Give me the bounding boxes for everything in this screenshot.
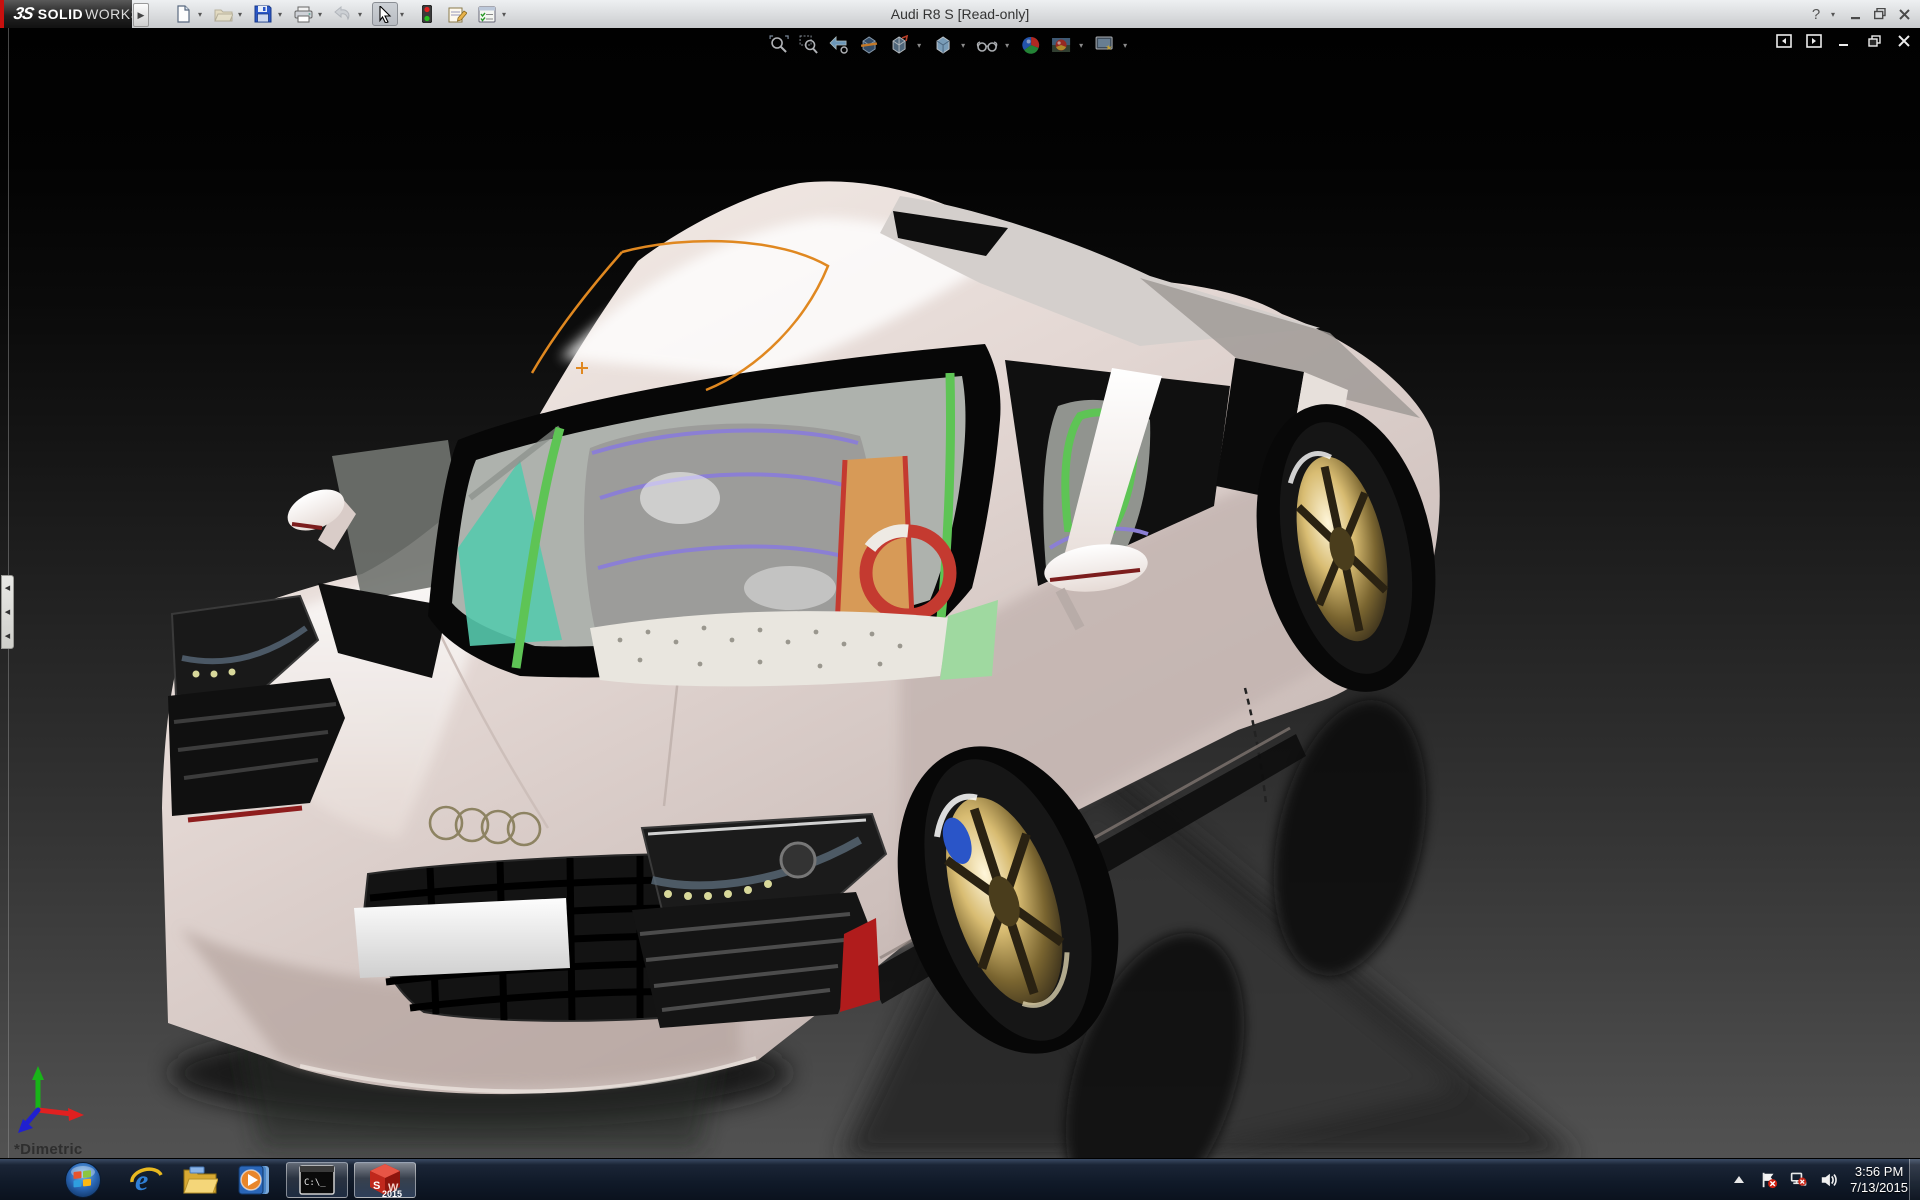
options-dropdown-arrow[interactable]: ▾	[502, 10, 511, 20]
graphics-viewport[interactable]: ◀ ◀ ◀	[0, 28, 1920, 1158]
network-status-icon[interactable]	[1790, 1171, 1808, 1189]
volume-icon[interactable]	[1820, 1171, 1838, 1189]
network-disconnected-icon	[1790, 1170, 1808, 1190]
show-hidden-icons-button[interactable]	[1730, 1171, 1748, 1189]
open-folder-icon	[214, 6, 233, 22]
file-properties-icon	[448, 6, 467, 23]
command-prompt-icon: C:\_	[299, 1165, 335, 1195]
sw-year-label: 2015	[382, 1189, 402, 1198]
window-title: Audi R8 S [Read-only]	[560, 0, 1360, 28]
undo-arrow-icon	[334, 6, 352, 22]
file-properties-button[interactable]	[444, 2, 470, 26]
internet-explorer-icon: e	[129, 1163, 163, 1197]
close-icon	[1899, 9, 1910, 20]
view-orientation-label: *Dimetric	[14, 1141, 83, 1158]
flag-alert-icon	[1760, 1170, 1778, 1190]
select-dropdown-arrow[interactable]: ▾	[400, 10, 409, 20]
windshield	[428, 344, 1000, 686]
options-button[interactable]	[474, 2, 500, 26]
app-minimize-button[interactable]	[1844, 3, 1868, 25]
taskbar-item-media-player[interactable]	[230, 1162, 278, 1198]
show-desktop-button[interactable]	[1909, 1159, 1920, 1200]
cmd-prompt-text: C:\_	[304, 1178, 326, 1188]
print-icon	[294, 6, 313, 23]
new-document-icon	[174, 5, 192, 23]
right-intake	[632, 892, 880, 1028]
action-center-icon[interactable]	[1760, 1171, 1778, 1189]
taskbar-item-command-prompt[interactable]: C:\_	[286, 1162, 348, 1198]
system-tray: 3:56 PM 7/13/2015	[1730, 1159, 1908, 1200]
open-dropdown-arrow[interactable]: ▾	[238, 10, 247, 20]
save-floppy-icon	[254, 5, 272, 23]
windows-start-orb-icon	[64, 1161, 102, 1199]
rebuild-button[interactable]	[414, 2, 440, 26]
rebuild-traffic-light-icon	[422, 5, 432, 23]
app-restore-button[interactable]	[1868, 3, 1892, 25]
help-button[interactable]: ?	[1804, 3, 1828, 25]
start-button[interactable]	[55, 1162, 111, 1198]
new-dropdown-arrow[interactable]: ▾	[198, 10, 207, 20]
select-cursor-icon	[378, 6, 392, 23]
save-dropdown-arrow[interactable]: ▾	[278, 10, 287, 20]
new-button[interactable]	[170, 2, 196, 26]
title-bar: 3S SOLID WORKS ▶ ▾ ▾ ▾	[0, 0, 1920, 29]
ds-logo-glyph: 3S	[12, 4, 35, 24]
model-render-audi-r8[interactable]	[0, 28, 1920, 1158]
clock-time: 3:56 PM	[1850, 1164, 1908, 1180]
media-player-icon	[237, 1163, 271, 1197]
save-button[interactable]	[250, 2, 276, 26]
taskbar-item-windows-explorer[interactable]	[176, 1162, 224, 1198]
menu-expand-arrow[interactable]: ▶	[133, 3, 149, 27]
desktop-screen: 3S SOLID WORKS ▶ ▾ ▾ ▾	[0, 0, 1920, 1200]
up-arrow-icon	[1733, 1175, 1745, 1185]
brand-name-bold: SOLID	[38, 6, 83, 22]
options-checklist-icon	[478, 6, 496, 23]
undo-button[interactable]	[330, 2, 356, 26]
help-dropdown-arrow[interactable]: ▾	[1831, 10, 1840, 20]
reference-triad	[18, 1066, 84, 1133]
license-plate	[354, 898, 570, 978]
speaker-icon	[1820, 1171, 1838, 1189]
app-close-button[interactable]	[1892, 3, 1916, 25]
restore-icon	[1874, 8, 1886, 20]
taskbar-item-solidworks[interactable]: S W 2015	[354, 1162, 416, 1198]
taskbar-clock[interactable]: 3:56 PM 7/13/2015	[1850, 1164, 1908, 1196]
taskbar: e C:\_	[0, 1158, 1920, 1200]
taskbar-item-internet-explorer[interactable]: e	[122, 1162, 170, 1198]
select-button[interactable]	[372, 2, 398, 26]
clock-date: 7/13/2015	[1850, 1180, 1908, 1196]
open-button[interactable]	[210, 2, 236, 26]
help-glyph: ?	[1812, 6, 1820, 23]
print-dropdown-arrow[interactable]: ▾	[318, 10, 327, 20]
folder-icon	[182, 1165, 218, 1195]
minimize-icon	[1851, 9, 1862, 20]
solidworks-2015-icon: S W 2015	[366, 1162, 404, 1198]
solidworks-logo[interactable]: 3S SOLID WORKS	[4, 0, 132, 28]
svg-text:S: S	[373, 1180, 380, 1192]
print-button[interactable]	[290, 2, 316, 26]
undo-dropdown-arrow[interactable]: ▾	[358, 10, 367, 20]
